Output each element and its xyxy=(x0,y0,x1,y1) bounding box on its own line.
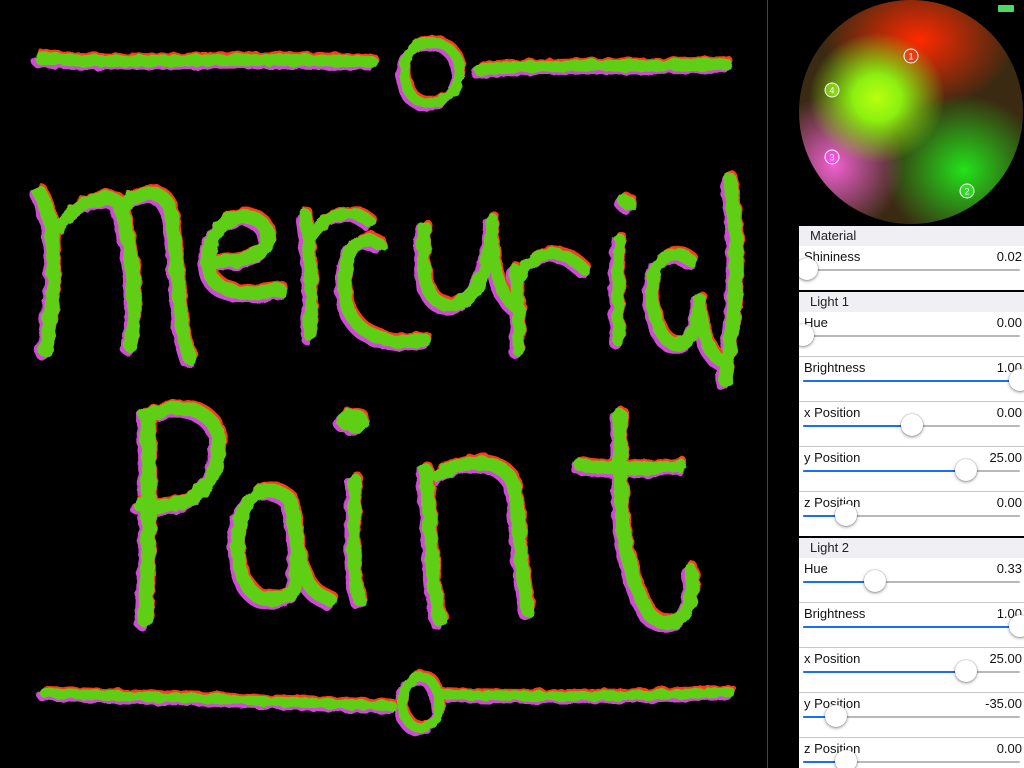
light2-x-position-row: x Position 25.00 xyxy=(799,648,1024,692)
light1-z-position-slider[interactable] xyxy=(803,504,1020,526)
light2-z-position-value: 0.00 xyxy=(996,741,1022,756)
light2-brightness-row: Brightness 1.00 xyxy=(799,603,1024,647)
battery-indicator xyxy=(998,5,1014,12)
light2-hue-row: Hue 0.33 xyxy=(799,558,1024,602)
control-panel: 1 2 3 4 Material Shininess 0.02 Light 1 Hue… xyxy=(799,0,1024,768)
light1-z-position-slider-thumb[interactable] xyxy=(835,504,858,526)
light-4-marker-label: 4 xyxy=(829,86,834,96)
light1-hue-row: Hue 0.00 xyxy=(799,312,1024,356)
light-4-marker[interactable]: 4 xyxy=(824,82,840,98)
light2-x-position-slider[interactable] xyxy=(803,660,1020,682)
light2-hue-slider[interactable] xyxy=(803,570,1020,592)
shininess-slider[interactable] xyxy=(799,258,1020,280)
light2-y-position-row: y Position -35.00 xyxy=(799,693,1024,737)
light1-z-position-row: z Position 0.00 xyxy=(799,492,1024,536)
light2-x-position-value: 25.00 xyxy=(989,651,1022,666)
light1-z-position-value: 0.00 xyxy=(996,495,1022,510)
light-1-marker-label: 1 xyxy=(908,52,913,62)
light-1-marker[interactable]: 1 xyxy=(903,48,919,64)
shininess-row: Shininess 0.02 xyxy=(799,246,1024,290)
light1-y-position-slider[interactable] xyxy=(803,459,1020,481)
light2-brightness-slider-thumb[interactable] xyxy=(1009,615,1024,637)
light-sphere-preview[interactable]: 1 2 3 4 xyxy=(799,0,1024,226)
material-section-header: Material xyxy=(799,226,1024,246)
light2-z-position-slider-thumb[interactable] xyxy=(835,750,858,768)
light-2-marker[interactable]: 2 xyxy=(959,183,975,199)
light2-section-header: Light 2 xyxy=(799,538,1024,558)
light2-z-position-slider[interactable] xyxy=(803,750,1020,768)
light1-hue-value: 0.00 xyxy=(996,315,1022,330)
paint-strokes xyxy=(30,35,745,736)
light2-brightness-slider[interactable] xyxy=(803,615,1024,637)
light2-x-position-label: x Position xyxy=(804,651,861,666)
light1-x-position-slider-thumb[interactable] xyxy=(900,414,923,436)
light1-hue-slider[interactable] xyxy=(799,324,1020,346)
light1-brightness-label: Brightness xyxy=(804,360,866,375)
light1-x-position-row: x Position 0.00 xyxy=(799,402,1024,446)
light2-y-position-slider[interactable] xyxy=(803,705,1020,727)
light1-brightness-row: Brightness 1.00 xyxy=(799,357,1024,401)
paint-canvas[interactable] xyxy=(0,0,768,768)
light2-hue-slider-thumb[interactable] xyxy=(863,570,886,592)
light2-y-position-slider-thumb[interactable] xyxy=(824,705,847,727)
light2-brightness-label: Brightness xyxy=(804,606,866,621)
light2-y-position-value: -35.00 xyxy=(985,696,1022,711)
light2-hue-value: 0.33 xyxy=(996,561,1022,576)
light1-brightness-slider-thumb[interactable] xyxy=(1009,369,1024,391)
light1-y-position-value: 25.00 xyxy=(989,450,1022,465)
light-2-marker-label: 2 xyxy=(964,187,969,197)
light1-y-position-label: y Position xyxy=(804,450,861,465)
light1-y-position-slider-thumb[interactable] xyxy=(954,459,977,481)
light1-x-position-slider[interactable] xyxy=(803,414,1020,436)
light2-x-position-slider-thumb[interactable] xyxy=(954,660,977,682)
light2-z-position-row: z Position 0.00 xyxy=(799,738,1024,768)
shininess-value: 0.02 xyxy=(996,249,1022,264)
light1-section-header: Light 1 xyxy=(799,292,1024,312)
light1-x-position-label: x Position xyxy=(804,405,861,420)
light-3-marker[interactable]: 3 xyxy=(824,149,840,165)
shininess-slider-thumb[interactable] xyxy=(799,258,819,280)
light1-y-position-row: y Position 25.00 xyxy=(799,447,1024,491)
light1-x-position-value: 0.00 xyxy=(996,405,1022,420)
light1-brightness-slider[interactable] xyxy=(803,369,1024,391)
light-3-marker-label: 3 xyxy=(829,153,834,163)
light2-hue-label: Hue xyxy=(804,561,828,576)
